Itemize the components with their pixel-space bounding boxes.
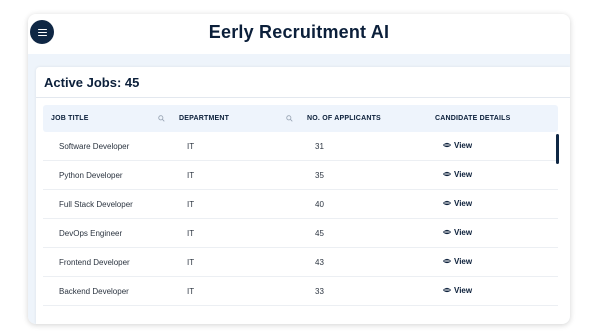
job-title-cell: Frontend Developer <box>59 257 130 267</box>
candidate-details-cell: View <box>427 286 558 297</box>
department-cell: IT <box>187 141 195 151</box>
job-title-cell: Backend Developer <box>59 286 129 296</box>
view-link[interactable]: View <box>443 286 472 295</box>
scrollbar-thumb[interactable] <box>556 134 559 164</box>
job-title-cell: Software Developer <box>59 141 130 151</box>
app-window: Eerly Recruitment AI Active Jobs: 45 JOB… <box>28 14 570 324</box>
eye-icon <box>443 143 451 148</box>
eye-icon <box>443 172 451 177</box>
job-title-cell: DevOps Engineer <box>59 228 123 238</box>
view-link[interactable]: View <box>443 170 472 179</box>
app-title: Eerly Recruitment AI <box>208 22 390 42</box>
candidate-details-cell: View <box>427 228 558 239</box>
table-row: Backend Developer IT 33 View <box>43 277 558 306</box>
table-row: DevOps Engineer IT 45 View <box>43 219 558 248</box>
applicants-cell: 45 <box>315 228 324 238</box>
table-row: Frontend Developer IT 43 View <box>43 248 558 277</box>
view-label: View <box>454 285 473 295</box>
column-header-label: DEPARTMENT <box>179 115 230 122</box>
department-cell: IT <box>187 286 195 296</box>
candidate-details-cell: View <box>427 141 558 152</box>
job-title-cell: Full Stack Developer <box>59 199 133 209</box>
applicants-cell: 31 <box>315 141 324 151</box>
top-bar: Eerly Recruitment AI <box>28 14 570 54</box>
eye-icon <box>443 288 451 293</box>
vertical-scrollbar[interactable] <box>556 134 559 304</box>
candidate-details-cell: View <box>427 170 558 181</box>
column-header-label: JOB TITLE <box>51 115 89 122</box>
eye-icon <box>443 259 451 264</box>
view-label: View <box>454 256 473 266</box>
column-header-candidate-details: CANDIDATE DETAILS <box>427 105 558 132</box>
view-link[interactable]: View <box>443 228 472 237</box>
candidate-details-cell: View <box>427 199 558 210</box>
view-link[interactable]: View <box>443 141 472 150</box>
active-jobs-title: Active Jobs: 45 <box>44 75 140 90</box>
table-row: Python Developer IT 35 View <box>43 161 558 190</box>
applicants-cell: 40 <box>315 199 324 209</box>
view-link[interactable]: View <box>443 199 472 208</box>
view-label: View <box>454 198 473 208</box>
view-label: View <box>454 227 473 237</box>
department-cell: IT <box>187 199 195 209</box>
department-cell: IT <box>187 170 195 180</box>
search-icon[interactable] <box>158 115 165 122</box>
jobs-panel: Active Jobs: 45 JOB TITLE DEPARTMENT NO.… <box>36 67 570 324</box>
column-header-label: CANDIDATE DETAILS <box>435 115 511 122</box>
candidate-details-cell: View <box>427 257 558 268</box>
column-header-department[interactable]: DEPARTMENT <box>171 105 299 132</box>
column-header-label: NO. OF APPLICANTS <box>307 115 381 122</box>
search-icon[interactable] <box>286 115 293 122</box>
table-row: Software Developer IT 31 View <box>43 132 558 161</box>
job-title-cell: Python Developer <box>59 170 123 180</box>
applicants-cell: 33 <box>315 286 324 296</box>
view-link[interactable]: View <box>443 257 472 266</box>
panel-divider <box>36 97 570 98</box>
column-header-job-title[interactable]: JOB TITLE <box>43 105 171 132</box>
eye-icon <box>443 201 451 206</box>
department-cell: IT <box>187 257 195 267</box>
view-label: View <box>454 169 473 179</box>
applicants-cell: 35 <box>315 170 324 180</box>
jobs-table: JOB TITLE DEPARTMENT NO. OF APPLICANTS C… <box>43 105 558 306</box>
eye-icon <box>443 230 451 235</box>
table-row: Full Stack Developer IT 40 View <box>43 190 558 219</box>
applicants-cell: 43 <box>315 257 324 267</box>
view-label: View <box>454 140 473 150</box>
table-header: JOB TITLE DEPARTMENT NO. OF APPLICANTS C… <box>43 105 558 132</box>
column-header-applicants: NO. OF APPLICANTS <box>299 105 427 132</box>
department-cell: IT <box>187 228 195 238</box>
